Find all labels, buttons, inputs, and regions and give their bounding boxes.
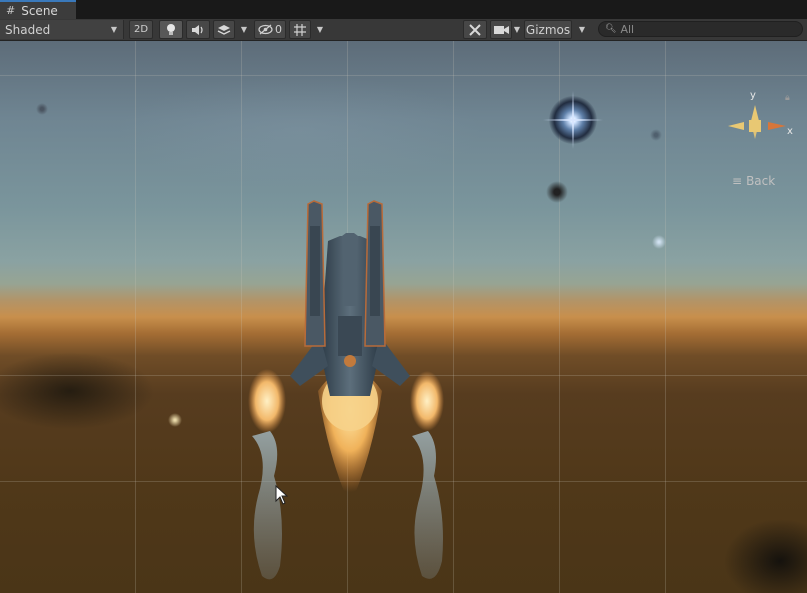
gizmos-dropdown-button[interactable]: ▼: [574, 20, 590, 39]
toggle-2d-label: 2D: [133, 24, 149, 35]
gizmo-y-label: y: [750, 90, 756, 101]
camera-dropdown-button[interactable]: ▼: [511, 20, 523, 39]
search-icon: 🔍︎: [605, 24, 617, 34]
small-star: [650, 129, 662, 141]
camera-icon: [493, 25, 509, 34]
audio-speaker-icon: [192, 24, 203, 35]
scene-toolbar: Shaded ▼ 2D ▼ 0 ▼ ▼ Gizmos ▼ 🔍︎ All: [0, 19, 807, 41]
projection-toggle[interactable]: ≡ Back: [732, 174, 775, 188]
tab-strip: # Scene: [0, 0, 807, 20]
mouse-cursor-icon: [275, 485, 289, 505]
grid-line: [0, 75, 807, 76]
scene-visibility-icon: [258, 24, 273, 35]
shading-mode-dropdown[interactable]: Shaded ▼: [0, 20, 124, 39]
chevron-down-icon: ▼: [578, 25, 586, 34]
chevron-down-icon: ▼: [513, 25, 521, 34]
grid-line: [135, 41, 136, 593]
tab-scene-label: Scene: [21, 3, 58, 18]
projection-label: Back: [746, 174, 776, 188]
dark-planet: [546, 181, 568, 203]
search-placeholder: All: [620, 22, 635, 36]
spaceship-sprite: [248, 200, 444, 580]
gizmos-button[interactable]: Gizmos: [524, 20, 572, 39]
grid-dropdown-button[interactable]: ▼: [313, 20, 327, 39]
toggle-2d-button[interactable]: 2D: [129, 20, 153, 39]
chevron-down-icon: ▼: [240, 25, 248, 34]
shading-mode-label: Shaded: [5, 22, 51, 37]
chevron-down-icon: ▼: [110, 25, 117, 34]
search-input[interactable]: 🔍︎ All: [598, 21, 803, 37]
effects-layers-icon: [217, 24, 231, 35]
tab-scene[interactable]: # Scene: [0, 0, 76, 19]
star-flare: [572, 91, 574, 149]
gizmo-y-cone[interactable]: [751, 105, 759, 121]
camera-settings-button[interactable]: [490, 20, 512, 39]
grid-line: [665, 41, 666, 593]
lighting-toggle-button[interactable]: [159, 20, 183, 39]
audio-toggle-button[interactable]: [186, 20, 210, 39]
gizmo-center-cube[interactable]: [749, 120, 761, 132]
tools-icon: [469, 23, 481, 36]
chevron-down-icon: ▼: [316, 25, 324, 34]
small-star: [168, 413, 182, 427]
scene-grid-icon: #: [6, 4, 16, 17]
tools-button[interactable]: [463, 20, 487, 39]
scene-viewport[interactable]: 🔒︎ y x ≡ Back: [0, 41, 807, 593]
gizmos-label: Gizmos: [525, 22, 571, 37]
gizmo-x-label: x: [787, 126, 793, 137]
gizmo-x-cone[interactable]: [768, 122, 786, 130]
grid-snap-icon: [294, 23, 306, 36]
hamburger-icon: ≡: [732, 174, 743, 188]
effects-dropdown-button[interactable]: ▼: [237, 20, 251, 39]
grid-snap-button[interactable]: [289, 20, 311, 39]
effects-toggle-button[interactable]: [213, 20, 235, 39]
small-star: [36, 103, 48, 115]
scene-visibility-button[interactable]: 0: [254, 20, 286, 39]
lighting-bulb-icon: [167, 24, 175, 35]
hidden-count: 0: [275, 23, 282, 36]
small-star: [652, 235, 666, 249]
